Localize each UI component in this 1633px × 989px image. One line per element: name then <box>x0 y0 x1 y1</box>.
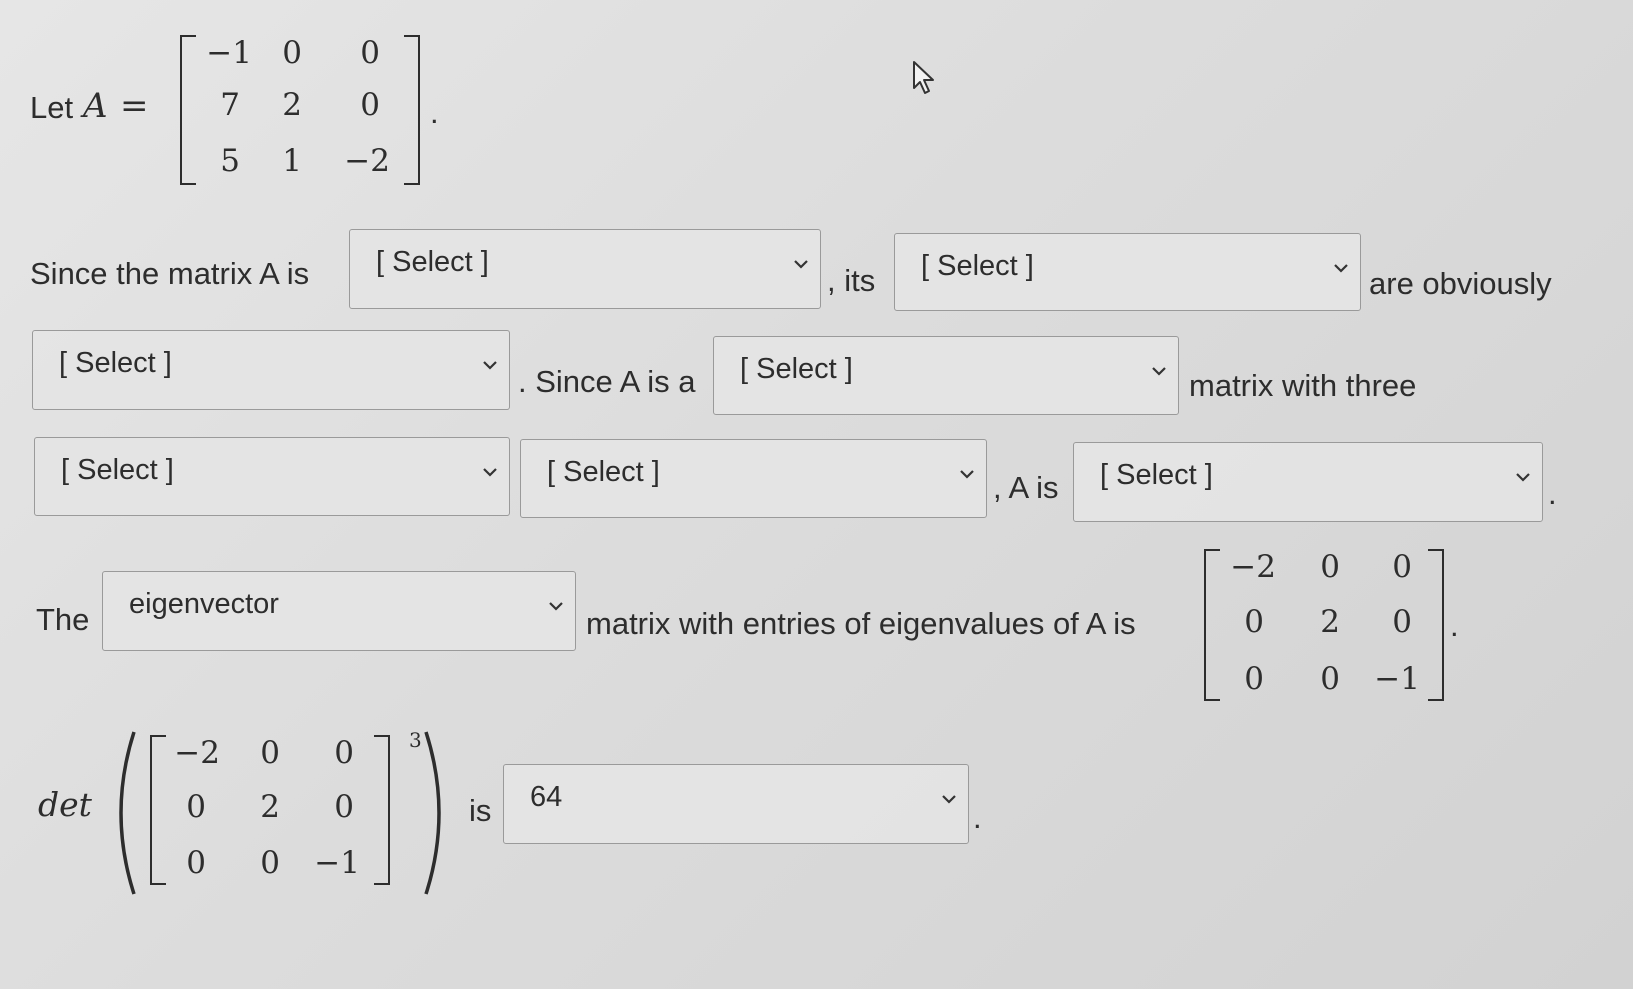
matrix-cell: −1 <box>206 35 252 71</box>
matrix-cell: 0 <box>1392 549 1412 585</box>
var-a: A <box>83 86 108 126</box>
matrix-d: −2 0 0 0 2 0 0 0 −1 <box>1204 549 1444 701</box>
sentence-text: are obviously <box>1369 266 1552 301</box>
period: . <box>1548 476 1557 511</box>
matrix-cell: 0 <box>1320 661 1340 697</box>
matrix-cell: −1 <box>314 845 360 881</box>
chevron-down-icon <box>1516 473 1530 482</box>
right-paren <box>424 731 441 895</box>
select-label: 64 <box>530 781 563 813</box>
chevron-down-icon <box>549 602 563 611</box>
let-label: Let <box>30 90 74 125</box>
chevron-down-icon <box>1152 367 1166 376</box>
sentence-text: matrix with entries of eigenvalues of A … <box>586 606 1136 641</box>
chevron-down-icon <box>1334 264 1348 273</box>
select-dropdown-3[interactable]: [ Select ] <box>32 330 510 410</box>
sentence-text: Since the matrix A is <box>30 256 310 291</box>
det-label: det <box>38 785 92 824</box>
select-dropdown-6[interactable]: [ Select ] <box>520 439 987 518</box>
sentence-text: . Since A is a <box>518 364 696 399</box>
equals-sign: = <box>120 86 149 126</box>
matrix-cell: 0 <box>186 845 206 881</box>
bracket-left <box>180 35 196 185</box>
matrix-cell: −2 <box>174 735 220 771</box>
bracket-left <box>1204 549 1220 701</box>
chevron-down-icon <box>960 470 974 479</box>
sentence-text: matrix with three <box>1189 368 1417 403</box>
select-label: [ Select ] <box>921 250 1034 282</box>
sentence-text: , A is <box>993 470 1059 505</box>
matrix-cell: 0 <box>334 789 354 825</box>
select-dropdown-1[interactable]: [ Select ] <box>349 229 821 309</box>
matrix-cell: 0 <box>360 35 380 71</box>
period: . <box>973 800 982 835</box>
select-dropdown-5[interactable]: [ Select ] <box>34 437 510 516</box>
period: . <box>430 95 439 130</box>
matrix-cell: 0 <box>1320 549 1340 585</box>
matrix-cell: 0 <box>334 735 354 771</box>
chevron-down-icon <box>483 361 497 370</box>
chevron-down-icon <box>942 795 956 804</box>
matrix-cell: 5 <box>220 143 240 179</box>
mouse-pointer-icon <box>913 61 934 94</box>
matrix-cell: 0 <box>1244 661 1264 697</box>
matrix-det: −2 0 0 0 2 0 0 0 −1 <box>150 735 390 885</box>
matrix-cell: 2 <box>282 87 302 123</box>
chevron-down-icon <box>483 468 497 477</box>
matrix-cell: 0 <box>282 35 302 71</box>
select-label: [ Select ] <box>61 454 174 486</box>
matrix-cell: 0 <box>1244 604 1264 640</box>
select-label: [ Select ] <box>547 456 660 488</box>
matrix-cell: −2 <box>344 143 390 179</box>
left-paren <box>119 731 136 895</box>
select-label: [ Select ] <box>59 347 172 379</box>
matrix-cell: 2 <box>1320 604 1340 640</box>
select-label: [ Select ] <box>740 353 853 385</box>
select-label: eigenvector <box>129 588 279 620</box>
select-dropdown-8[interactable]: eigenvector <box>102 571 576 651</box>
matrix-cell: 2 <box>260 789 280 825</box>
matrix-cell: 1 <box>282 143 302 179</box>
sentence-text: is <box>469 793 492 828</box>
bracket-right <box>404 35 420 185</box>
matrix-cell: 0 <box>260 735 280 771</box>
select-dropdown-4[interactable]: [ Select ] <box>713 336 1179 415</box>
select-dropdown-7[interactable]: [ Select ] <box>1073 442 1543 522</box>
matrix-cell: 0 <box>260 845 280 881</box>
period: . <box>1450 608 1459 643</box>
chevron-down-icon <box>794 260 808 269</box>
select-label: [ Select ] <box>376 246 489 278</box>
bracket-left <box>150 735 166 885</box>
matrix-cell: −1 <box>1374 661 1420 697</box>
matrix-cell: −2 <box>1230 549 1276 585</box>
bracket-right <box>1428 549 1444 701</box>
sentence-text: , its <box>827 263 876 298</box>
sentence-text: The <box>36 602 90 637</box>
matrix-cell: 0 <box>360 87 380 123</box>
matrix-cell: 7 <box>220 87 240 123</box>
matrix-cell: 0 <box>1392 604 1412 640</box>
select-dropdown-9[interactable]: 64 <box>503 764 969 844</box>
select-dropdown-2[interactable]: [ Select ] <box>894 233 1361 311</box>
matrix-cell: 0 <box>186 789 206 825</box>
matrix-a: −1 0 0 7 2 0 5 1 −2 <box>180 35 420 185</box>
select-label: [ Select ] <box>1100 459 1213 491</box>
bracket-right <box>374 735 390 885</box>
